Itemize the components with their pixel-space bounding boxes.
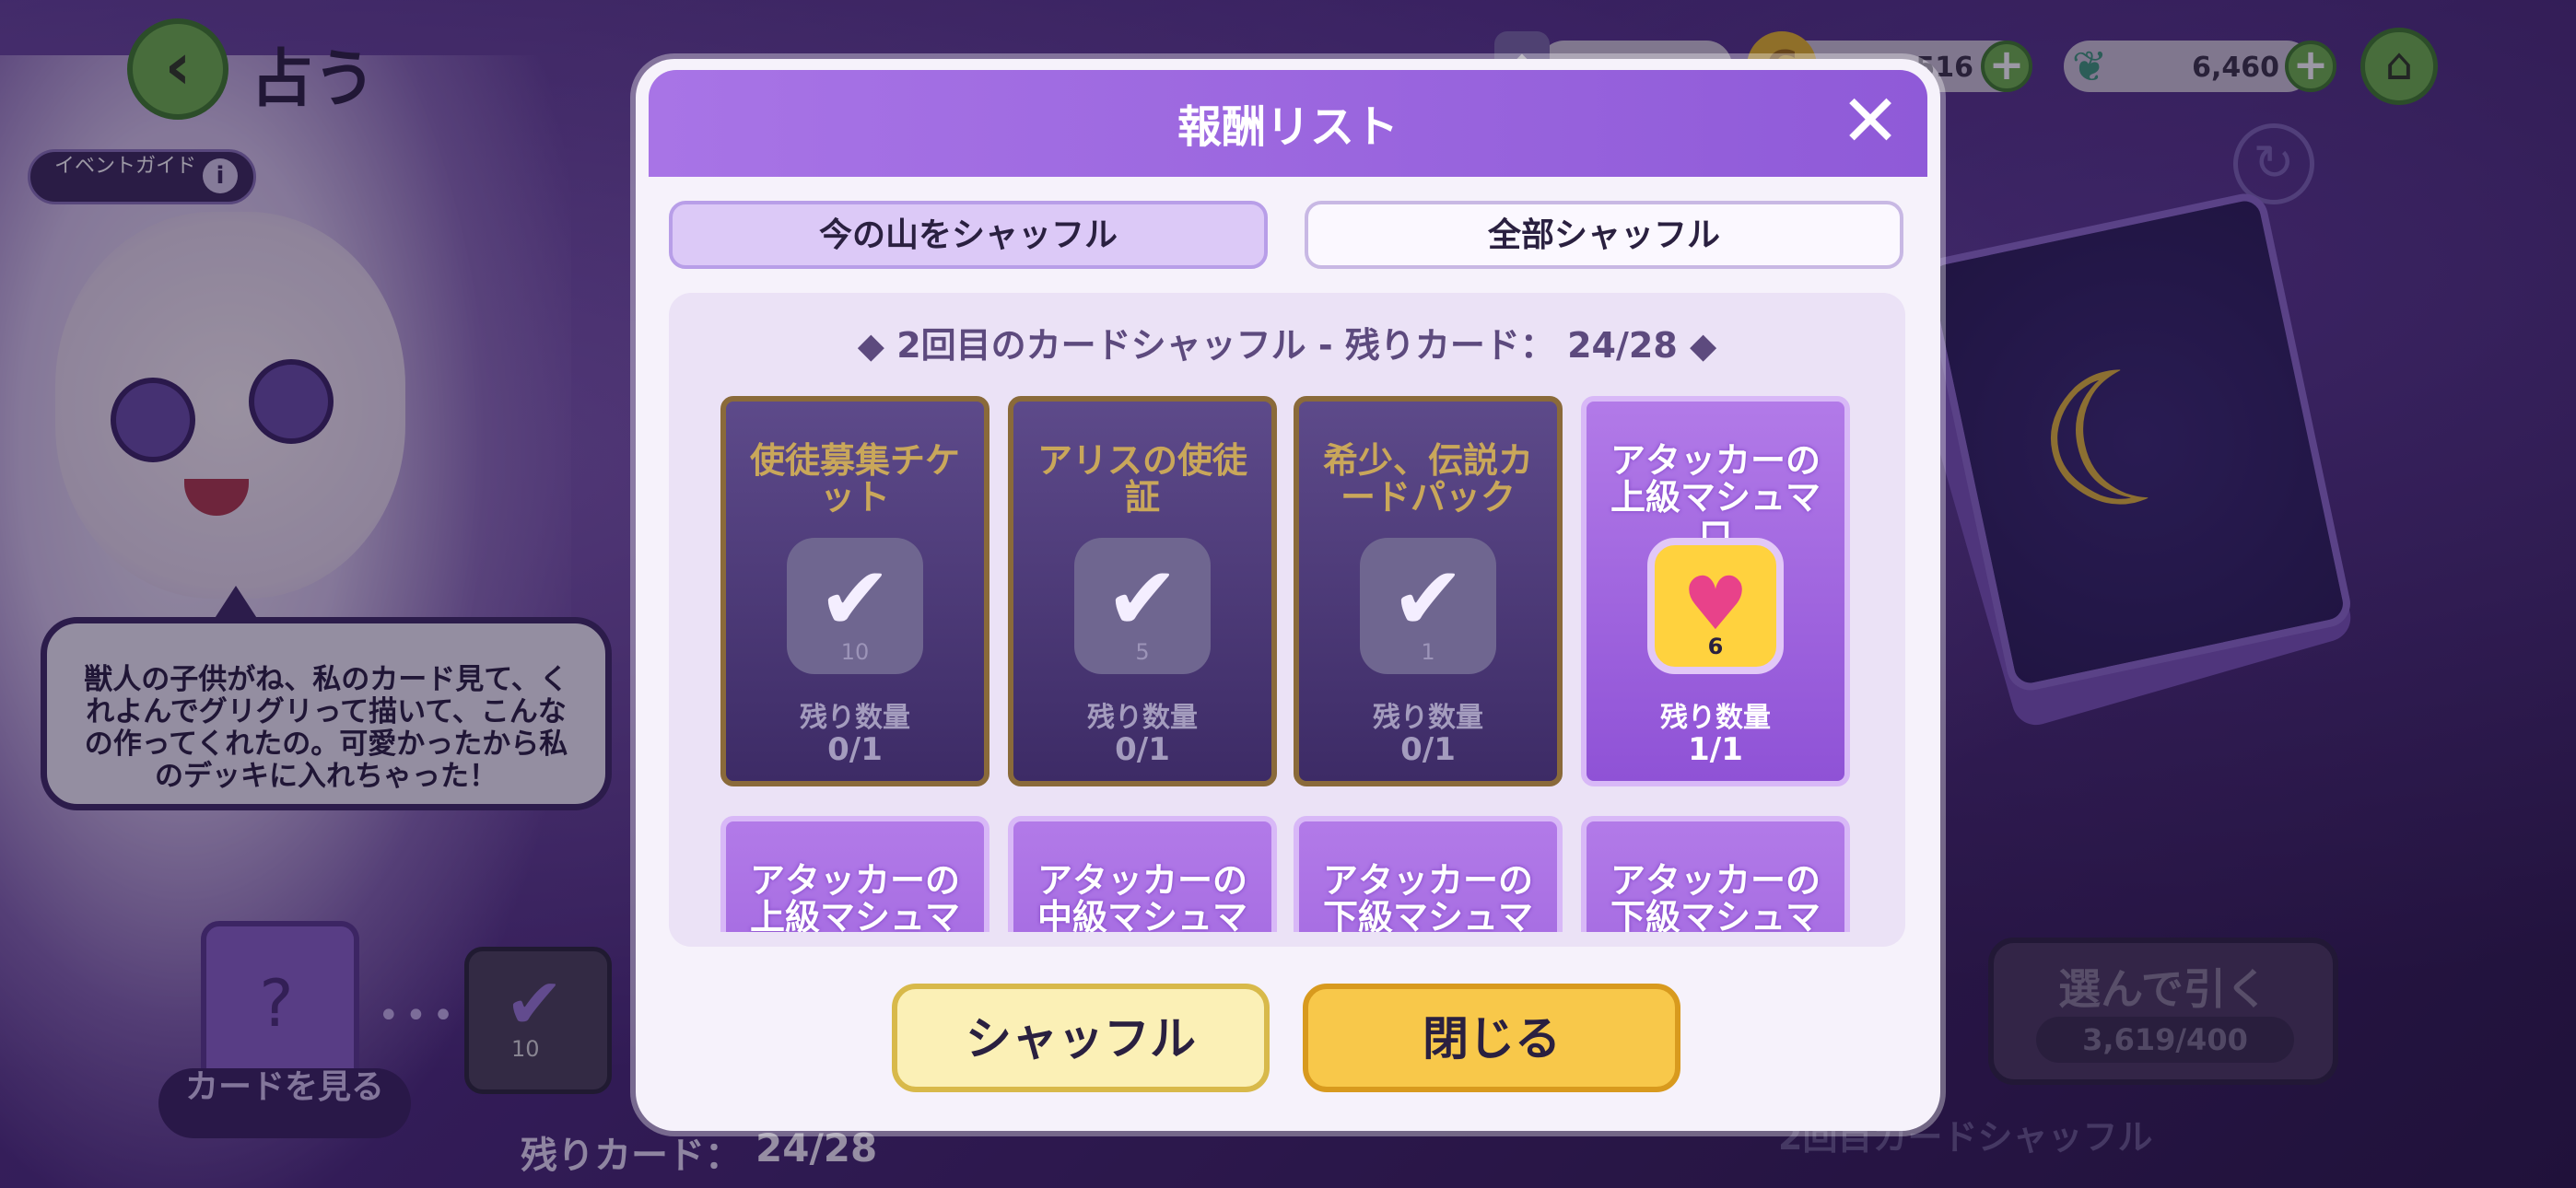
reward-quantity: 10 (840, 639, 870, 665)
modal-title: 報酬リスト (1177, 101, 1399, 153)
reward-name: 希少、伝説カードパック (1322, 440, 1533, 518)
reward-card[interactable]: アタッカーの中級マシュマロ (1008, 816, 1277, 932)
remaining-label: 残り数量 (1660, 702, 1771, 734)
reward-quantity: 6 (1707, 634, 1724, 659)
remaining-count: 1/1 (1688, 731, 1743, 768)
reward-name: アタッカーの下級マシュマロ (1610, 860, 1821, 932)
tab-shuffle-current[interactable]: 今の山をシャッフル (669, 201, 1268, 269)
reward-card[interactable]: アタッカーの上級マシュマロ ♥ 6 残り数量 1/1 (1581, 396, 1850, 786)
reward-card[interactable]: アタッカーの下級マシュマロ (1294, 816, 1563, 932)
reward-icon: ♥ 6 (1647, 538, 1784, 674)
check-icon: ✔ (817, 547, 893, 650)
reward-card[interactable]: 使徒募集チケット ✔ 10 残り数量 0/1 (720, 396, 989, 786)
reward-card[interactable]: アリスの使徒証 ✔ 5 残り数量 0/1 (1008, 396, 1277, 786)
reward-name: アタッカーの上級マシュマロ (749, 860, 960, 932)
reward-name: 使徒募集チケット (749, 440, 960, 518)
reward-name: アリスの使徒証 (1036, 440, 1247, 518)
remaining-label: 残り数量 (1087, 702, 1198, 734)
check-icon: ✔ (1105, 547, 1180, 650)
reward-grid[interactable]: 使徒募集チケット ✔ 10 残り数量 0/1 アリスの使徒証 ✔ 5 残り数量 0/1 希少、伝説カ… (720, 396, 1859, 932)
reward-name: アタッカーの下級マシュマロ (1322, 860, 1533, 932)
reward-name: アタッカーの中級マシュマロ (1036, 860, 1247, 932)
remaining-count: 0/1 (1400, 731, 1456, 768)
reward-card[interactable]: アタッカーの下級マシュマロ (1581, 816, 1850, 932)
check-icon: ✔ (1390, 547, 1466, 650)
remaining-label: 残り数量 (1373, 702, 1483, 734)
close-icon[interactable]: ✕ (1833, 85, 1907, 158)
panel-title: ◆ 2回目のカードシャッフル - 残りカード： 24/28 ◆ (857, 325, 1717, 366)
tab-shuffle-all[interactable]: 全部シャッフル (1305, 201, 1903, 269)
reward-name: アタッカーの上級マシュマロ (1610, 440, 1821, 554)
reward-icon: ✔ 1 (1360, 538, 1496, 674)
close-button[interactable]: 閉じる (1303, 984, 1680, 1092)
shuffle-button[interactable]: シャッフル (892, 984, 1270, 1092)
remaining-count: 0/1 (1115, 731, 1170, 768)
reward-quantity: 5 (1135, 639, 1150, 665)
reward-icon: ✔ 5 (1074, 538, 1211, 674)
remaining-label: 残り数量 (800, 702, 910, 734)
reward-icon: ✔ 10 (787, 538, 923, 674)
reward-card[interactable]: アタッカーの上級マシュマロ (720, 816, 989, 932)
reward-quantity: 1 (1421, 639, 1435, 665)
remaining-count: 0/1 (827, 731, 883, 768)
reward-card[interactable]: 希少、伝説カードパック ✔ 1 残り数量 0/1 (1294, 396, 1563, 786)
